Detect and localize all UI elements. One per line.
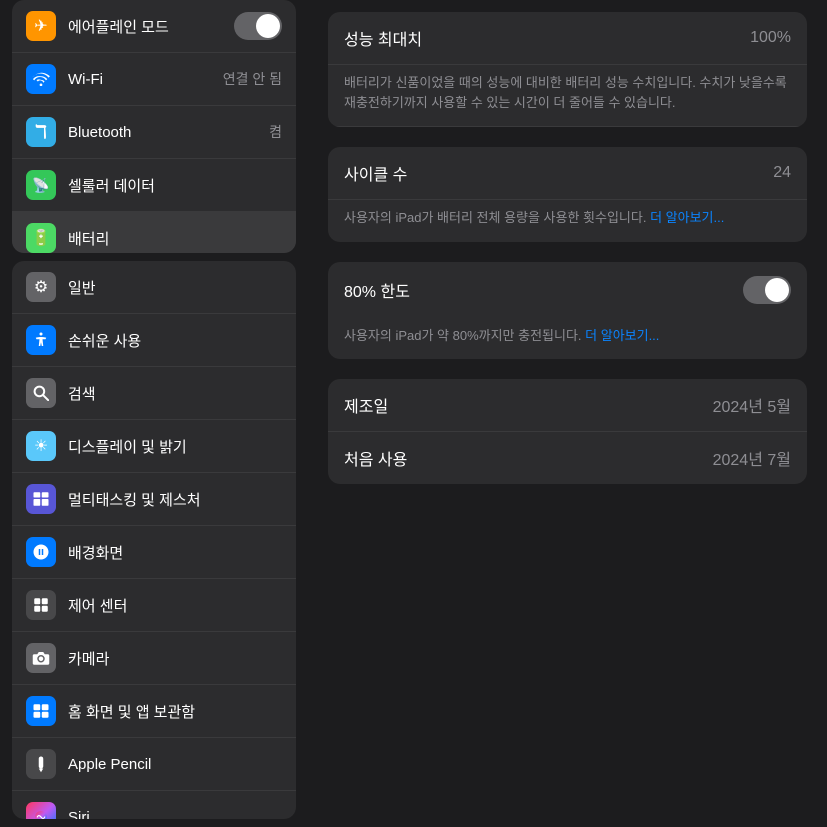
bluetooth-value: 켬 [269,122,282,142]
sidebar-label-home: 홈 화면 및 앱 보관함 [68,701,282,722]
sidebar: ✈ 에어플레인 모드 Wi-Fi 연결 안 됨 ℸ Bluetooth 켬 📡 [0,0,308,827]
sidebar-label-battery: 배터리 [68,228,282,249]
search-icon [26,378,56,408]
manufacture-row-1: 처음 사용 2024년 7월 [328,432,807,484]
performance-desc: 배터리가 신품이었을 때의 성능에 대비한 배터리 성능 수치입니다. 수치가 … [328,65,807,127]
wifi-icon [26,64,56,94]
display-icon: ☀ [26,431,56,461]
sidebar-item-home[interactable]: 홈 화면 및 앱 보관함 [12,685,296,738]
sidebar-item-control[interactable]: 제어 센터 [12,579,296,632]
performance-label: 성능 최대치 [344,26,422,50]
cellular-icon: 📡 [26,170,56,200]
siri-icon [26,802,56,819]
sidebar-item-wallpaper[interactable]: 배경화면 [12,526,296,579]
sidebar-item-battery[interactable]: 🔋 배터리 [12,212,296,253]
limit-desc: 사용자의 iPad가 약 80%까지만 충전됩니다. 더 알아보기... [328,318,807,360]
wallpaper-icon [26,537,56,567]
control-icon [26,590,56,620]
cycle-label: 사이클 수 [344,161,407,185]
sidebar-item-airplane[interactable]: ✈ 에어플레인 모드 [12,0,296,53]
sidebar-label-general: 일반 [68,277,282,298]
limit-learn-more-link[interactable]: 더 알아보기... [585,328,659,343]
sidebar-label-cellular: 셀룰러 데이터 [68,175,282,196]
airplane-icon: ✈ [26,11,56,41]
sidebar-item-pencil[interactable]: Apple Pencil [12,738,296,791]
sidebar-item-multitask[interactable]: 멀티태스킹 및 제스처 [12,473,296,526]
cycle-row: 사이클 수 24 [328,147,807,200]
limit-label: 80% 한도 [344,278,410,302]
multitask-icon [26,484,56,514]
sidebar-label-siri: Siri [68,809,282,819]
limit-section: 80% 한도 사용자의 iPad가 약 80%까지만 충전됩니다. 더 알아보기… [328,262,807,360]
manufacture-section: 제조일 2024년 5월 처음 사용 2024년 7월 [328,379,807,484]
performance-value: 100% [750,29,791,47]
sidebar-item-accessibility[interactable]: 손쉬운 사용 [12,314,296,367]
manufacture-row-0: 제조일 2024년 5월 [328,379,807,432]
sidebar-label-pencil: Apple Pencil [68,756,282,773]
cycle-learn-more-link[interactable]: 더 알아보기... [650,210,724,225]
sidebar-label-wifi: Wi-Fi [68,71,211,88]
sidebar-item-camera[interactable]: 카메라 [12,632,296,685]
home-icon [26,696,56,726]
manufacture-value-1: 2024년 7월 [713,446,791,470]
pencil-icon [26,749,56,779]
sidebar-mid-group: ⚙ 일반 손쉬운 사용 검색 ☀ [12,261,296,819]
sidebar-label-bluetooth: Bluetooth [68,124,257,141]
sidebar-top-group: ✈ 에어플레인 모드 Wi-Fi 연결 안 됨 ℸ Bluetooth 켬 📡 [12,0,296,253]
battery-icon: 🔋 [26,223,56,253]
camera-icon [26,643,56,673]
sidebar-item-cellular[interactable]: 📡 셀룰러 데이터 [12,159,296,212]
sidebar-label-search: 검색 [68,383,282,404]
performance-row: 성능 최대치 100% [328,12,807,65]
sidebar-item-bluetooth[interactable]: ℸ Bluetooth 켬 [12,106,296,159]
cycle-value: 24 [773,164,791,182]
sidebar-label-display: 디스플레이 및 밝기 [68,436,282,457]
bluetooth-icon: ℸ [26,117,56,147]
airplane-toggle[interactable] [234,12,282,40]
toggle-knob [256,14,280,38]
cycle-desc: 사용자의 iPad가 배터리 전체 용량을 사용한 횟수입니다. 더 알아보기.… [328,200,807,242]
sidebar-label-airplane: 에어플레인 모드 [68,16,222,37]
content-area: 성능 최대치 100% 배터리가 신품이었을 때의 성능에 대비한 배터리 성능… [308,0,827,827]
manufacture-value-0: 2024년 5월 [713,393,791,417]
sidebar-item-general[interactable]: ⚙ 일반 [12,261,296,314]
toggle-knob-limit [765,278,789,302]
manufacture-label-0: 제조일 [344,393,388,417]
wifi-value: 연결 안 됨 [223,69,282,89]
sidebar-item-siri[interactable]: Siri [12,791,296,819]
content-inner: 성능 최대치 100% 배터리가 신품이었을 때의 성능에 대비한 배터리 성능… [308,0,827,516]
sidebar-item-display[interactable]: ☀ 디스플레이 및 밝기 [12,420,296,473]
sidebar-label-wallpaper: 배경화면 [68,542,282,563]
general-icon: ⚙ [26,272,56,302]
cycle-section: 사이클 수 24 사용자의 iPad가 배터리 전체 용량을 사용한 횟수입니다… [328,147,807,242]
sidebar-label-multitask: 멀티태스킹 및 제스처 [68,489,282,510]
sidebar-label-control: 제어 센터 [68,595,282,616]
sidebar-label-accessibility: 손쉬운 사용 [68,330,282,351]
sidebar-label-camera: 카메라 [68,648,282,669]
manufacture-label-1: 처음 사용 [344,446,407,470]
limit-toggle-row: 80% 한도 [328,262,807,318]
accessibility-icon [26,325,56,355]
performance-section: 성능 최대치 100% 배터리가 신품이었을 때의 성능에 대비한 배터리 성능… [328,12,807,127]
limit-toggle[interactable] [743,276,791,304]
sidebar-item-search[interactable]: 검색 [12,367,296,420]
sidebar-item-wifi[interactable]: Wi-Fi 연결 안 됨 [12,53,296,106]
